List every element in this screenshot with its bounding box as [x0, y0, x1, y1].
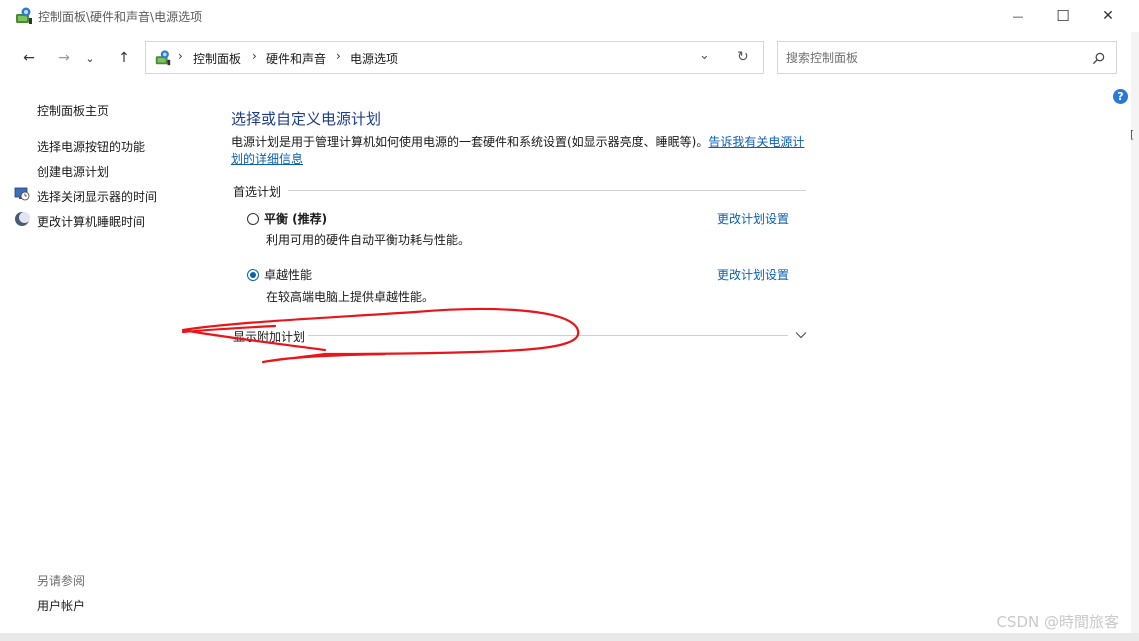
monitor-clock-icon: [14, 187, 30, 201]
refresh-icon[interactable]: ↻: [737, 49, 749, 65]
sidebar-item-display-off[interactable]: 选择关闭显示器的时间: [37, 188, 157, 205]
up-button[interactable]: ↑: [110, 44, 138, 72]
search-icon[interactable]: [1092, 52, 1105, 65]
background-window-edge: [1131, 32, 1139, 641]
sidebar-item-sleep-time[interactable]: 更改计算机睡眠时间: [37, 213, 145, 230]
red-annotation-circle: [181, 307, 580, 364]
breadcrumb-hardware-sound[interactable]: 硬件和声音: [266, 50, 326, 67]
minimize-button[interactable]: —: [995, 0, 1041, 32]
control-panel-icon: [16, 7, 32, 24]
address-dropdown-icon[interactable]: ⌄: [699, 48, 710, 63]
plan-ultimate-name[interactable]: 卓越性能: [264, 266, 312, 283]
breadcrumb-separator-icon: ›: [336, 49, 341, 63]
minimize-icon: —: [1012, 9, 1024, 23]
plan-ultimate-radio[interactable]: [247, 269, 259, 281]
plan-ultimate-settings-link[interactable]: 更改计划设置: [717, 266, 789, 283]
breadcrumb-separator-icon: ›: [178, 49, 183, 63]
close-icon: ✕: [1102, 8, 1114, 24]
moon-icon: [15, 212, 30, 226]
page-description: 电源计划是用于管理计算机如何使用电源的一套硬件和系统设置(如显示器亮度、睡眠等)…: [231, 134, 811, 168]
forward-button[interactable]: →: [50, 44, 78, 72]
forward-arrow-icon: →: [58, 50, 70, 66]
search-box[interactable]: [777, 41, 1117, 74]
breadcrumb-power-options[interactable]: 电源选项: [350, 50, 398, 67]
back-arrow-icon: ←: [23, 50, 35, 66]
help-icon: ?: [1117, 90, 1124, 103]
preferred-plans-heading: 首选计划: [233, 185, 282, 199]
maximize-icon: ☐: [1056, 7, 1070, 25]
see-also-user-accounts[interactable]: 用户帐户: [37, 597, 85, 614]
window-title: 控制面板\硬件和声音\电源选项: [38, 10, 203, 24]
breadcrumb-control-panel[interactable]: 控制面板: [193, 50, 241, 67]
plan-balanced-description: 利用可用的硬件自动平衡功耗与性能。: [266, 233, 471, 247]
control-panel-icon: [155, 50, 171, 66]
sidebar-item-power-button[interactable]: 选择电源按钮的功能: [37, 138, 145, 155]
watermark: CSDN @時間旅客: [996, 613, 1119, 631]
recent-locations-button[interactable]: ⌄: [80, 44, 100, 72]
close-button[interactable]: ✕: [1085, 0, 1131, 32]
see-also-heading: 另请参阅: [37, 574, 86, 588]
maximize-button[interactable]: ☐: [1040, 0, 1086, 32]
title-bar: 控制面板\硬件和声音\电源选项 — ☐ ✕: [0, 0, 1139, 32]
page-title: 选择或自定义电源计划: [231, 110, 382, 128]
bottom-edge: [0, 633, 1139, 641]
plan-balanced-radio[interactable]: [247, 213, 259, 225]
sidebar-home-link[interactable]: 控制面板主页: [37, 102, 109, 119]
plan-balanced-settings-link[interactable]: 更改计划设置: [717, 210, 789, 227]
description-text: 电源计划是用于管理计算机如何使用电源的一套硬件和系统设置(如显示器亮度、睡眠等)…: [231, 135, 709, 149]
search-input[interactable]: [786, 49, 1076, 67]
chevron-down-icon: ⌄: [85, 51, 95, 65]
help-button[interactable]: ?: [1113, 89, 1128, 104]
plan-balanced-name[interactable]: 平衡 (推荐): [264, 210, 327, 227]
background-window-glyph: [: [1130, 128, 1135, 141]
section-divider: [288, 190, 806, 191]
sidebar-item-create-plan[interactable]: 创建电源计划: [37, 163, 109, 180]
up-arrow-icon: ↑: [118, 50, 130, 66]
address-bar[interactable]: › 控制面板 › 硬件和声音 › 电源选项 ⌄ ↻: [145, 41, 764, 74]
chevron-down-icon[interactable]: [795, 331, 807, 339]
breadcrumb-separator-icon: ›: [252, 49, 257, 63]
back-button[interactable]: ←: [15, 44, 43, 72]
